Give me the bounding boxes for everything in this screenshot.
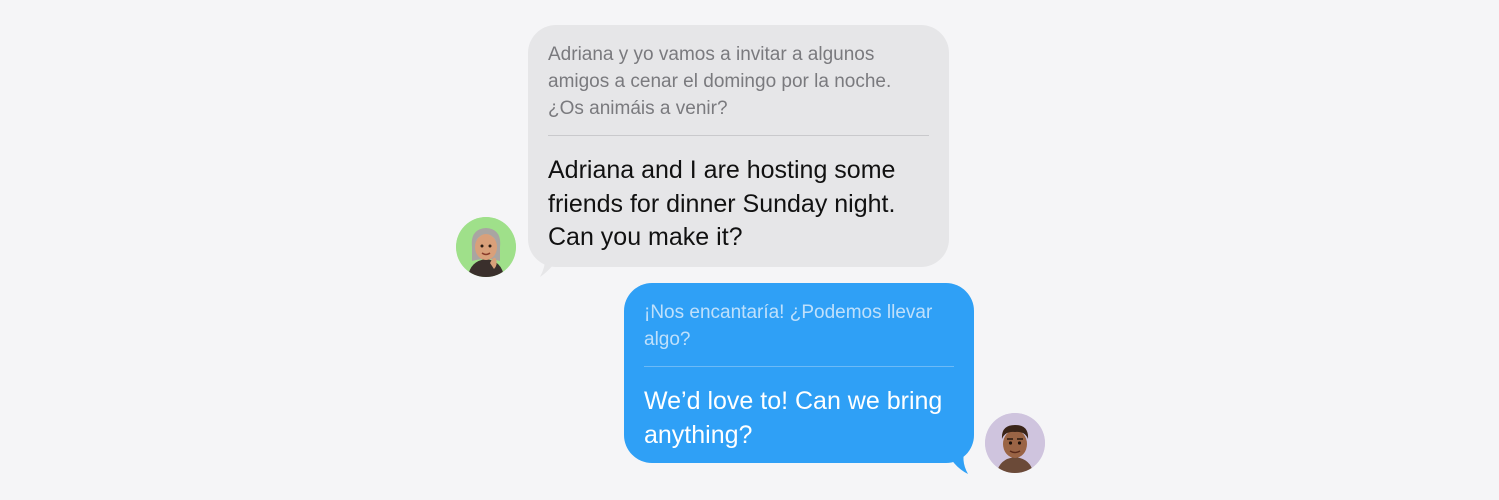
sent-message-bubble[interactable]: ¡Nos encantaría! ¿Podemos llevar algo? W…	[624, 283, 974, 463]
message-original-text: ¡Nos encantaría! ¿Podemos llevar algo?	[644, 302, 933, 350]
translation-divider	[644, 366, 954, 367]
message-translated-text: Adriana and I are hosting some friends f…	[548, 156, 896, 251]
sent-bubble-tail	[944, 446, 968, 474]
contact-avatar[interactable]	[456, 217, 516, 277]
memoji-woman-avatar-icon	[456, 217, 516, 277]
memoji-man-avatar-icon	[985, 413, 1045, 473]
message-translated-text: We’d love to! Can we bring anything?	[644, 387, 943, 449]
translation-divider	[548, 135, 929, 136]
received-message-bubble[interactable]: Adriana y yo vamos a invitar a algunos a…	[528, 25, 949, 267]
message-original-text: Adriana y yo vamos a invitar a algunos a…	[548, 44, 892, 119]
messages-thread: Adriana y yo vamos a invitar a algunos a…	[0, 0, 1499, 500]
received-bubble-tail	[540, 248, 562, 277]
my-avatar[interactable]	[985, 413, 1045, 473]
